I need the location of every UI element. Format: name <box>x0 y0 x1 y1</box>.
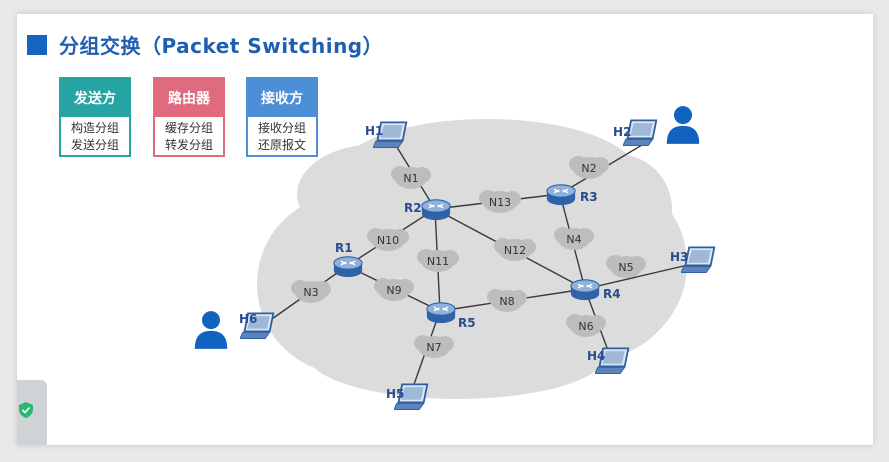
label-n4: N4 <box>566 233 581 246</box>
network-diagram: N1 N2 N3 N4 N5 N6 N7 N8 N9 N10 N11 N12 N… <box>194 106 716 411</box>
label-r1: R1 <box>335 241 353 255</box>
router-icon <box>546 184 576 206</box>
label-h6: H6 <box>239 312 257 326</box>
label-n12: N12 <box>504 244 526 257</box>
label-n1: N1 <box>403 172 418 185</box>
shield-icon <box>19 402 33 418</box>
slide: 分组交换（Packet Switching） 发送方 构造分组 发送分组 路由器… <box>17 14 873 445</box>
security-badge[interactable] <box>17 380 47 445</box>
router-icon <box>421 199 451 221</box>
label-n6: N6 <box>578 320 593 333</box>
label-n7: N7 <box>426 341 441 354</box>
user-icon <box>194 311 228 349</box>
label-h1: H1 <box>365 124 383 138</box>
label-n2: N2 <box>581 162 596 175</box>
label-r4: R4 <box>603 287 621 301</box>
label-n8: N8 <box>499 295 514 308</box>
router-icon <box>570 279 600 301</box>
label-n5: N5 <box>618 261 633 274</box>
user-icon <box>666 106 700 144</box>
label-h4: H4 <box>587 349 605 363</box>
label-h5: H5 <box>386 387 404 401</box>
label-r5: R5 <box>458 316 476 330</box>
label-n13: N13 <box>489 196 511 209</box>
label-n11: N11 <box>427 255 449 268</box>
label-n3: N3 <box>303 286 318 299</box>
label-h3: H3 <box>670 250 688 264</box>
router-icon <box>426 302 456 324</box>
router-icon <box>333 256 363 278</box>
label-r2: R2 <box>404 201 422 215</box>
label-r3: R3 <box>580 190 598 204</box>
label-h2: H2 <box>613 125 631 139</box>
label-n9: N9 <box>386 284 401 297</box>
label-n10: N10 <box>377 234 399 247</box>
